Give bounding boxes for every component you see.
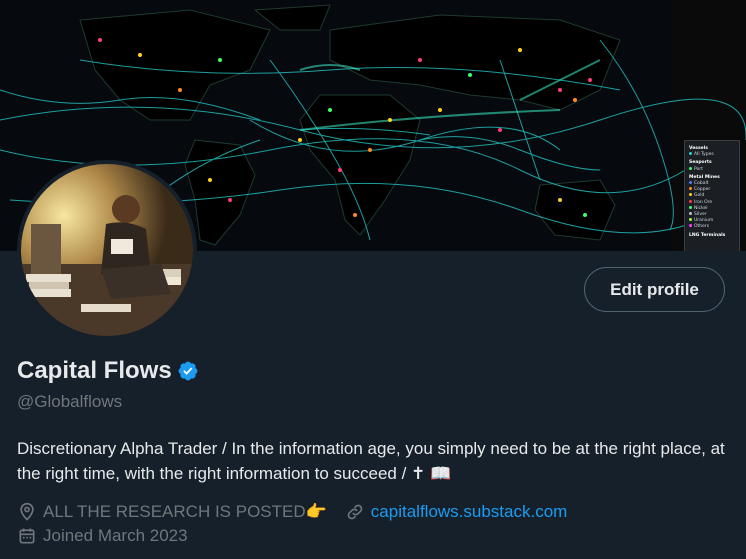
profile-bio: Discretionary Alpha Trader / In the info… — [17, 439, 725, 483]
profile-joined-date: Joined March 2023 — [43, 526, 188, 545]
legend-item: Port — [689, 166, 735, 173]
name-row: Capital Flows — [17, 357, 199, 385]
legend-heading: LNG Terminals — [689, 232, 726, 238]
legend-item: Others — [689, 224, 735, 230]
display-name: Capital Flows — [17, 357, 172, 384]
avatar-photo — [21, 164, 193, 336]
username-handle: @Globalflows — [17, 392, 123, 411]
verified-badge-icon[interactable] — [177, 360, 199, 382]
profile-location: ALL THE RESEARCH IS POSTED👉 — [43, 502, 327, 521]
legend-item: All Types — [689, 152, 735, 158]
location-pin-icon — [20, 502, 34, 521]
map-legend: Vessels All Types Seaports Port Metal Mi… — [684, 140, 740, 251]
profile-joined-row: Joined March 2023 — [17, 526, 188, 546]
profile-meta-row: ALL THE RESEARCH IS POSTED👉 capitalflows… — [17, 502, 567, 522]
avatar[interactable] — [21, 164, 193, 336]
link-icon — [347, 504, 363, 520]
profile-website-link[interactable]: capitalflows.substack.com — [371, 502, 568, 522]
calendar-icon — [19, 528, 35, 544]
edit-profile-button[interactable]: Edit profile — [584, 267, 725, 312]
